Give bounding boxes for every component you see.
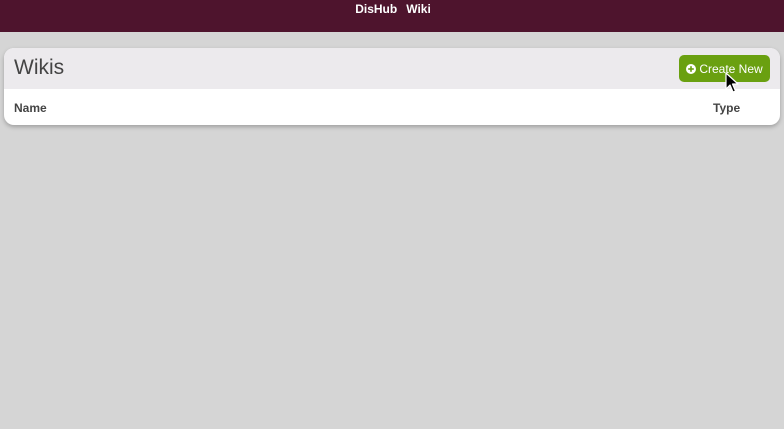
create-new-button[interactable]: Create New — [679, 55, 770, 82]
wikis-card: Wikis Create New Name Type — [4, 48, 780, 125]
create-new-label: Create New — [699, 61, 763, 76]
top-nav: DisHub Wiki — [355, 2, 431, 16]
column-header-name[interactable]: Name — [14, 101, 47, 115]
page-title: Wikis — [14, 56, 65, 79]
top-navbar: DisHub Wiki — [0, 0, 784, 32]
nav-link-wiki[interactable]: Wiki — [406, 2, 431, 16]
nav-link-dishub[interactable]: DisHub — [355, 2, 397, 16]
table-header-row: Name Type — [4, 89, 780, 125]
column-header-type[interactable]: Type — [713, 101, 740, 115]
card-header: Wikis Create New — [4, 48, 780, 89]
plus-circle-icon — [686, 63, 697, 74]
